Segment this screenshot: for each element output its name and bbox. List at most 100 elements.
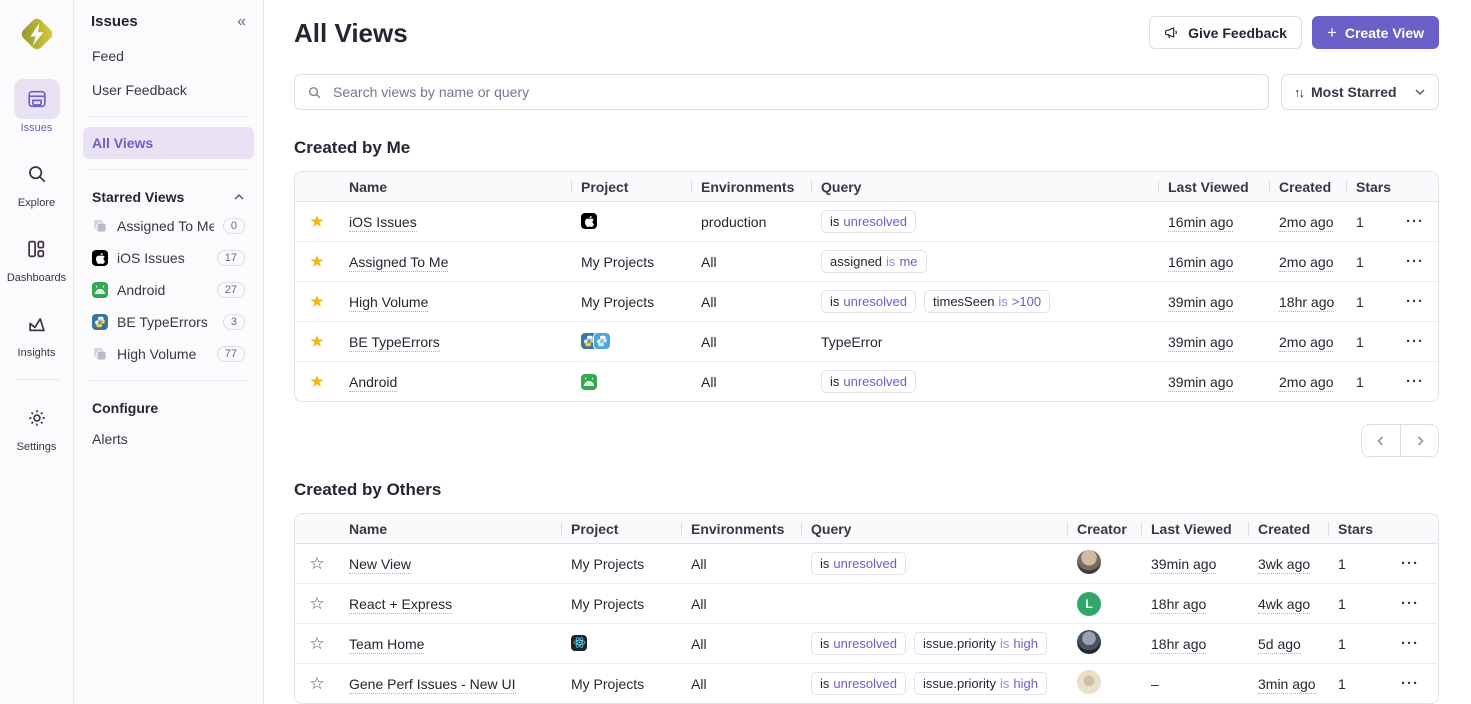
row-overflow-menu-button[interactable]: ··· — [1401, 595, 1419, 612]
row-overflow-menu-button[interactable]: ··· — [1406, 293, 1424, 310]
table-row[interactable]: ★AndroidAllisunresolved39min ago2mo ago1… — [294, 362, 1439, 402]
creator-avatar — [1077, 550, 1101, 574]
view-name-link[interactable]: High Volume — [349, 294, 428, 312]
page-title: All Views — [294, 16, 408, 50]
configure-title: Configure — [92, 400, 158, 416]
star-column-header — [294, 513, 339, 544]
app-logo[interactable] — [16, 13, 58, 55]
row-overflow-menu-button[interactable]: ··· — [1406, 333, 1424, 350]
table-row[interactable]: ★BE TypeErrorsAllTypeError39min ago2mo a… — [294, 322, 1439, 362]
sidebar-item-all-views[interactable]: All Views — [83, 127, 254, 159]
row-overflow-menu-button[interactable]: ··· — [1406, 213, 1424, 230]
view-name-link[interactable]: Assigned To Me — [349, 254, 448, 272]
python-project-icon — [92, 314, 108, 330]
last-viewed-cell: 16min ago — [1158, 242, 1269, 282]
views-search[interactable] — [294, 74, 1269, 110]
stacked-views-icon — [92, 346, 108, 362]
view-name-link[interactable]: React + Express — [349, 596, 452, 614]
table-header-row: Name Project Environments Query Creator … — [294, 513, 1439, 544]
sidebar-item-user-feedback[interactable]: User Feedback — [83, 74, 254, 106]
rail-item-insights[interactable]: Insights — [14, 304, 60, 359]
next-page-button[interactable] — [1400, 425, 1438, 456]
create-view-label: Create View — [1345, 25, 1424, 41]
rail-item-dashboards[interactable]: Dashboards — [7, 229, 66, 284]
table-row[interactable]: ★Assigned To MeMy ProjectsAllassignedism… — [294, 242, 1439, 282]
sidebar-item-feed[interactable]: Feed — [83, 40, 254, 72]
query-token: isunresolved — [821, 210, 916, 233]
previous-page-button[interactable] — [1362, 425, 1400, 456]
creator-avatar — [1077, 630, 1101, 654]
sort-dropdown[interactable]: ↑↓ Most Starred — [1281, 74, 1439, 110]
row-overflow-menu-button[interactable]: ··· — [1406, 253, 1424, 270]
created-cell: 3wk ago — [1258, 556, 1310, 574]
starred-star-button[interactable]: ★ — [309, 253, 324, 270]
rail-item-issues[interactable]: Issues — [14, 79, 60, 134]
environments-cell: All — [691, 282, 811, 322]
column-header-stars: Stars — [1328, 513, 1391, 544]
starred-star-button[interactable]: ★ — [309, 293, 324, 310]
create-view-button[interactable]: + Create View — [1312, 16, 1439, 49]
project-cell: My Projects — [571, 596, 644, 612]
table-row[interactable]: ☆Team HomeAllisunresolvedissue.priorityi… — [294, 624, 1439, 664]
table-row[interactable]: ☆Gene Perf Issues - New UIMy ProjectsAll… — [294, 664, 1439, 704]
configure-section-header: Configure — [83, 391, 254, 421]
android-project-icon — [581, 374, 597, 390]
issue-count-badge: 3 — [223, 314, 245, 330]
starred-view-high-volume[interactable]: High Volume 77 — [83, 338, 254, 370]
issue-count-badge: 77 — [217, 346, 245, 362]
sidebar-item-alerts[interactable]: Alerts — [83, 423, 254, 455]
rail-item-settings[interactable]: Settings — [14, 398, 60, 453]
stars-cell: 1 — [1346, 362, 1396, 402]
starred-view-be-typeerrors[interactable]: BE TypeErrors 3 — [83, 306, 254, 338]
starred-view-android[interactable]: Android 27 — [83, 274, 254, 306]
row-overflow-menu-button[interactable]: ··· — [1406, 373, 1424, 390]
starred-star-button[interactable]: ★ — [309, 333, 324, 350]
environments-cell: All — [681, 624, 801, 664]
row-overflow-menu-button[interactable]: ··· — [1401, 635, 1419, 652]
environments-cell: All — [681, 584, 801, 624]
table-row[interactable]: ☆React + ExpressMy ProjectsAllL18hr ago4… — [294, 584, 1439, 624]
last-viewed-cell: 39min ago — [1158, 322, 1269, 362]
table-row[interactable]: ★High VolumeMy ProjectsAllisunresolvedti… — [294, 282, 1439, 322]
sort-arrows-icon: ↑↓ — [1294, 85, 1303, 100]
last-viewed-cell: 18hr ago — [1141, 584, 1248, 624]
sidebar-collapse-button[interactable]: « — [237, 14, 246, 30]
starred-view-assigned-to-me[interactable]: Assigned To Me 0 — [83, 210, 254, 242]
view-name-link[interactable]: New View — [349, 556, 411, 574]
column-header-last-viewed: Last Viewed — [1141, 513, 1248, 544]
view-name-link[interactable]: iOS Issues — [349, 214, 417, 232]
rail-item-explore[interactable]: Explore — [14, 154, 60, 209]
environments-cell: All — [691, 362, 811, 402]
row-overflow-menu-button[interactable]: ··· — [1401, 555, 1419, 572]
view-name-link[interactable]: BE TypeErrors — [349, 334, 440, 352]
table-row[interactable]: ★iOS Issuesproductionisunresolved16min a… — [294, 202, 1439, 242]
unstarred-star-button[interactable]: ☆ — [309, 635, 324, 652]
issue-count-badge: 17 — [217, 250, 245, 266]
give-feedback-button[interactable]: Give Feedback — [1149, 16, 1302, 49]
view-name-link[interactable]: Android — [349, 374, 397, 392]
starred-star-button[interactable]: ★ — [309, 213, 324, 230]
stacked-views-icon — [92, 218, 108, 234]
environments-cell: All — [681, 544, 801, 584]
row-overflow-menu-button[interactable]: ··· — [1401, 675, 1419, 692]
search-input[interactable] — [331, 83, 1256, 101]
column-header-query: Query — [811, 171, 1158, 202]
table-row[interactable]: ☆New ViewMy ProjectsAllisunresolved39min… — [294, 544, 1439, 584]
unstarred-star-button[interactable]: ☆ — [309, 555, 324, 572]
column-header-name: Name — [339, 171, 571, 202]
created-by-others-table: Name Project Environments Query Creator … — [294, 513, 1439, 704]
pythonlight-project-icon — [594, 333, 610, 349]
query-text: TypeError — [821, 334, 882, 350]
view-name-link[interactable]: Gene Perf Issues - New UI — [349, 676, 516, 694]
view-name-link[interactable]: Team Home — [349, 636, 424, 654]
query-token: isunresolved — [811, 552, 906, 575]
stars-cell: 1 — [1328, 584, 1391, 624]
unstarred-star-button[interactable]: ☆ — [309, 595, 324, 612]
unstarred-star-button[interactable]: ☆ — [309, 675, 324, 692]
starred-view-ios-issues[interactable]: iOS Issues 17 — [83, 242, 254, 274]
starred-star-button[interactable]: ★ — [309, 373, 324, 390]
starred-views-section-header[interactable]: Starred Views — [83, 180, 254, 210]
insights-chart-icon — [14, 304, 60, 344]
column-header-project: Project — [571, 171, 691, 202]
sidebar-title: Issues — [91, 13, 138, 30]
